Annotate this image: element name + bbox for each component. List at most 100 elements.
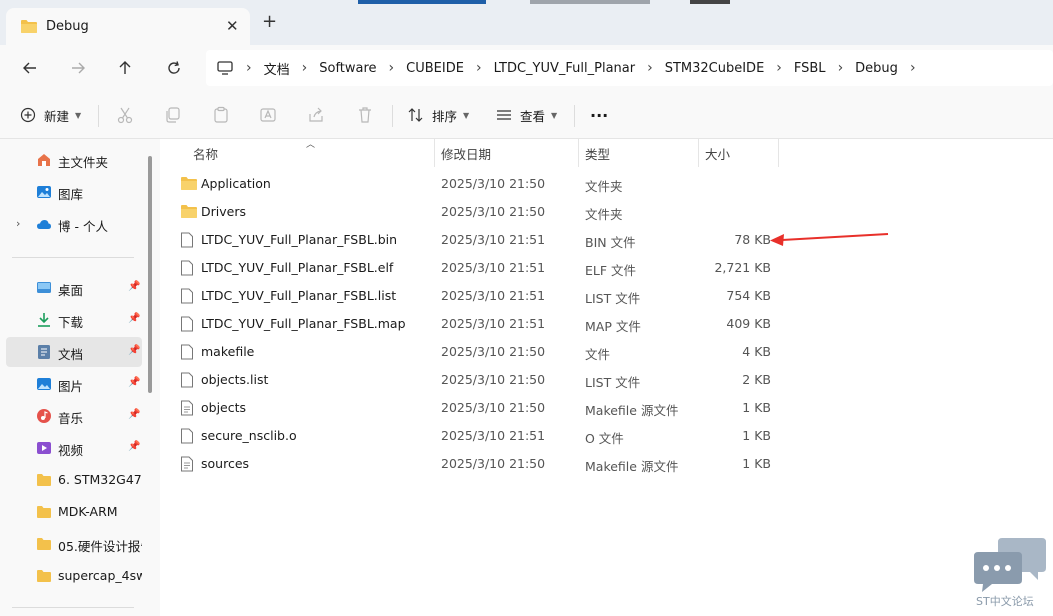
new-tab-button[interactable]: +	[262, 13, 277, 31]
table-row[interactable]: objects 2025/3/10 21:50 Makefile 源文件 1 K…	[174, 394, 784, 422]
sort-button[interactable]: 排序 ▼	[408, 105, 469, 125]
sidebar-item-home[interactable]: 主文件夹	[6, 145, 142, 175]
pin-icon[interactable]: 📌	[128, 313, 140, 324]
column-header-type[interactable]: 类型	[585, 139, 610, 167]
breadcrumb-separator[interactable]: ›	[296, 60, 314, 76]
column-header-name[interactable]: 名称	[193, 139, 218, 167]
forward-button[interactable]	[67, 57, 89, 79]
navigation-bar: › 文档 › Software › CUBEIDE › LTDC_YUV_Ful…	[0, 45, 1053, 91]
file-date: 2025/3/10 21:50	[441, 176, 546, 191]
paste-icon[interactable]	[212, 106, 230, 124]
plus-circle-icon	[20, 107, 36, 123]
table-row[interactable]: LTDC_YUV_Full_Planar_FSBL.list 2025/3/10…	[174, 282, 784, 310]
sidebar-item-folder[interactable]: 05.硬件设计报告	[6, 529, 142, 559]
rename-icon[interactable]	[259, 106, 277, 124]
table-row[interactable]: Application 2025/3/10 21:50 文件夹	[174, 170, 784, 198]
sidebar-item-label: 主文件夹	[58, 155, 109, 170]
back-button[interactable]	[19, 57, 41, 79]
breadcrumb-separator[interactable]: ›	[383, 60, 401, 76]
file-type: Makefile 源文件	[585, 459, 679, 474]
file-type: MAP 文件	[585, 319, 641, 334]
table-row[interactable]: secure_nsclib.o 2025/3/10 21:51 O 文件 1 K…	[174, 422, 784, 450]
file-icon	[181, 260, 193, 276]
column-divider[interactable]	[698, 139, 699, 167]
column-divider[interactable]	[434, 139, 435, 167]
table-row[interactable]: objects.list 2025/3/10 21:50 LIST 文件 2 K…	[174, 366, 784, 394]
column-header-date[interactable]: 修改日期	[441, 139, 491, 167]
pin-icon[interactable]: 📌	[128, 345, 140, 356]
share-icon[interactable]	[307, 106, 325, 124]
file-size: 1 KB	[742, 400, 771, 415]
chevron-right-icon[interactable]: ›	[16, 217, 20, 230]
file-date: 2025/3/10 21:50	[441, 344, 546, 359]
new-button[interactable]: 新建 ▼	[20, 105, 81, 125]
breadcrumb-separator[interactable]: ›	[904, 60, 922, 76]
delete-icon[interactable]	[356, 106, 374, 124]
folder-icon	[181, 177, 197, 190]
breadcrumb-separator[interactable]: ›	[770, 60, 788, 76]
sidebar-item-label: 6. STM32G474	[58, 472, 142, 487]
pin-icon[interactable]: 📌	[128, 281, 140, 292]
copy-icon[interactable]	[164, 106, 182, 124]
file-type: 文件夹	[585, 179, 623, 194]
column-header-size[interactable]: 大小	[705, 139, 730, 167]
pin-icon[interactable]: 📌	[128, 377, 140, 388]
file-date: 2025/3/10 21:51	[441, 232, 546, 247]
breadcrumb-item[interactable]: Debug	[849, 61, 904, 76]
breadcrumb-item[interactable]: CUBEIDE	[400, 61, 470, 76]
file-type: 文件	[585, 347, 611, 362]
cut-icon[interactable]	[116, 106, 134, 124]
sidebar-item-pictures[interactable]: 图片 📌	[6, 369, 142, 399]
more-options-button[interactable]: ···	[590, 105, 608, 125]
breadcrumb-separator[interactable]: ›	[641, 60, 659, 76]
sidebar-item-folder[interactable]: MDK-ARM	[6, 497, 142, 527]
table-row[interactable]: LTDC_YUV_Full_Planar_FSBL.elf 2025/3/10 …	[174, 254, 784, 282]
view-button[interactable]: 查看 ▼	[496, 105, 557, 125]
breadcrumb-item[interactable]: FSBL	[788, 61, 832, 76]
sidebar-item-downloads[interactable]: 下载 📌	[6, 305, 142, 335]
pin-icon[interactable]: 📌	[128, 409, 140, 420]
sidebar-item-gallery[interactable]: 图库	[6, 177, 142, 207]
tab-debug[interactable]: Debug ✕	[6, 8, 250, 45]
breadcrumb-item[interactable]: STM32CubeIDE	[659, 61, 771, 76]
arrow-up-icon	[119, 61, 131, 74]
download-icon	[38, 313, 50, 327]
breadcrumb-item[interactable]: LTDC_YUV_Full_Planar	[488, 61, 642, 76]
column-divider[interactable]	[578, 139, 579, 167]
sidebar-item-videos[interactable]: 视频 📌	[6, 433, 142, 463]
file-name: makefile	[201, 344, 255, 359]
file-icon	[181, 316, 193, 332]
breadcrumb-separator[interactable]: ›	[240, 60, 258, 76]
up-button[interactable]	[114, 57, 136, 79]
sidebar-item-music[interactable]: 音乐 📌	[6, 401, 142, 431]
navigation-pane: 主文件夹 图库 › 博 - 个人 桌面 📌 下载 📌 文档 📌 图片 📌 音乐 …	[0, 139, 160, 616]
refresh-icon	[168, 61, 180, 74]
table-row[interactable]: LTDC_YUV_Full_Planar_FSBL.bin 2025/3/10 …	[174, 226, 784, 254]
file-name: LTDC_YUV_Full_Planar_FSBL.elf	[201, 260, 394, 275]
table-row[interactable]: Drivers 2025/3/10 21:50 文件夹	[174, 198, 784, 226]
table-row[interactable]: LTDC_YUV_Full_Planar_FSBL.map 2025/3/10 …	[174, 310, 784, 338]
breadcrumb-separator[interactable]: ›	[832, 60, 850, 76]
sidebar-scrollbar[interactable]	[148, 156, 152, 393]
sort-ascending-icon: ︿	[306, 140, 316, 150]
table-row[interactable]: sources 2025/3/10 21:50 Makefile 源文件 1 K…	[174, 450, 784, 478]
sidebar-item-onedrive[interactable]: › 博 - 个人	[6, 209, 142, 239]
sidebar-item-folder[interactable]: 6. STM32G474	[6, 465, 142, 495]
table-row[interactable]: makefile 2025/3/10 21:50 文件 4 KB	[174, 338, 784, 366]
close-tab-icon[interactable]: ✕	[226, 17, 239, 35]
sidebar-item-documents[interactable]: 文档 📌	[6, 337, 142, 367]
file-type: ELF 文件	[585, 263, 637, 278]
sidebar-item-folder[interactable]: supercap_4switch	[6, 561, 142, 591]
breadcrumb-separator[interactable]: ›	[470, 60, 488, 76]
address-bar[interactable]: › 文档 › Software › CUBEIDE › LTDC_YUV_Ful…	[206, 50, 1053, 86]
pin-icon[interactable]: 📌	[128, 441, 140, 452]
sidebar-item-desktop[interactable]: 桌面 📌	[6, 273, 142, 303]
breadcrumb-item[interactable]: 文档	[258, 59, 296, 78]
sidebar-item-label: 图库	[58, 187, 84, 202]
breadcrumb-item[interactable]: Software	[313, 61, 382, 76]
file-name: LTDC_YUV_Full_Planar_FSBL.list	[201, 288, 397, 303]
file-date: 2025/3/10 21:51	[441, 260, 546, 275]
column-divider[interactable]	[778, 139, 779, 167]
sidebar-divider	[12, 257, 134, 258]
refresh-button[interactable]	[163, 57, 185, 79]
